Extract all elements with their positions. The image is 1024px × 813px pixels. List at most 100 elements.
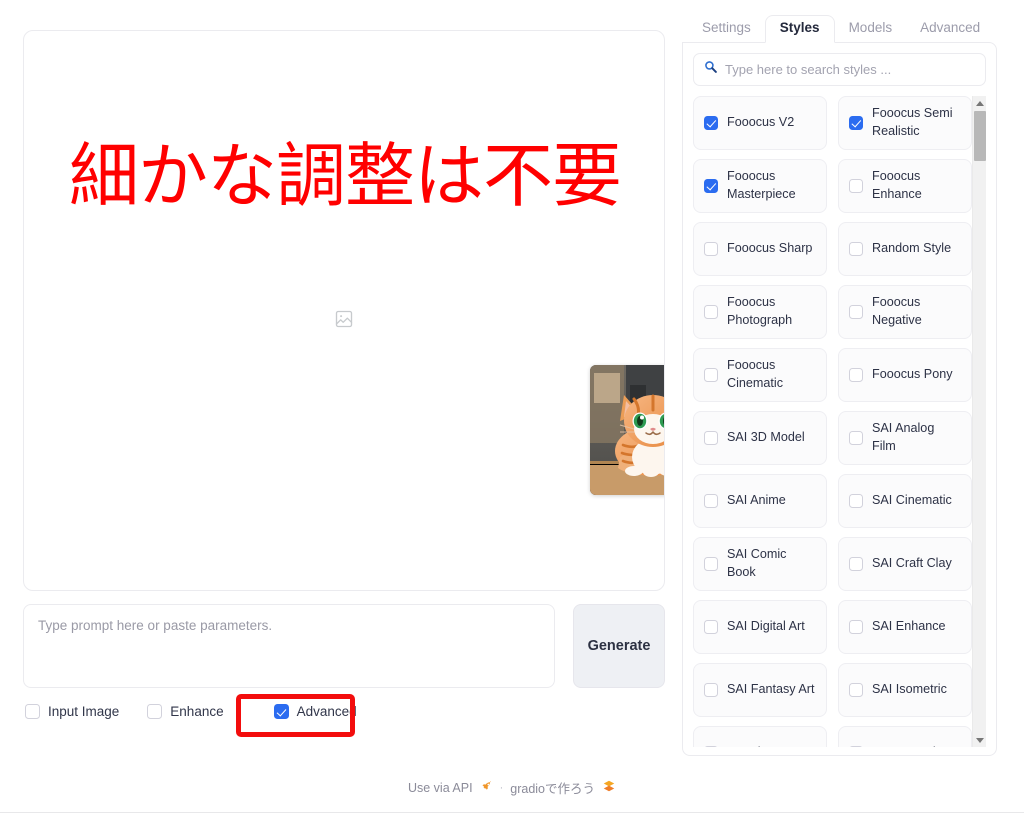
checkbox-box[interactable] xyxy=(25,704,40,719)
style-label: Fooocus Sharp xyxy=(727,241,813,256)
style-label: Fooocus Enhance xyxy=(872,169,922,201)
style-checkbox[interactable] xyxy=(704,179,718,193)
style-label: SAI Line Art xyxy=(727,744,794,747)
tab-models[interactable]: Models xyxy=(835,16,907,42)
style-card[interactable]: SAI Fantasy Art xyxy=(693,663,827,717)
style-card[interactable]: SAI Cinematic xyxy=(838,474,972,528)
tab-bar: Settings Styles Models Advanced xyxy=(682,14,997,43)
style-label: Fooocus Semi Realistic xyxy=(872,106,953,138)
style-checkbox[interactable] xyxy=(849,242,863,256)
style-checkbox[interactable] xyxy=(849,116,863,130)
style-label: SAI Craft Clay xyxy=(872,556,952,571)
style-card[interactable]: SAI Enhance xyxy=(838,600,972,654)
styles-scrollbar[interactable] xyxy=(972,96,986,747)
style-card[interactable]: Fooocus Semi Realistic xyxy=(838,96,972,150)
generated-image-thumbnail[interactable] xyxy=(590,365,664,495)
checkbox-label: Input Image xyxy=(48,704,120,719)
styles-panel-body: Type here to search styles ... Fooocus V… xyxy=(682,42,997,756)
footer-separator: · xyxy=(499,781,504,794)
generate-button[interactable]: Generate xyxy=(573,604,665,688)
prompt-row: Type prompt here or paste parameters. Ge… xyxy=(23,604,665,688)
style-checkbox[interactable] xyxy=(849,620,863,634)
style-checkbox[interactable] xyxy=(704,305,718,319)
style-card[interactable]: SAI 3D Model xyxy=(693,411,827,465)
style-card[interactable]: SAI Anime xyxy=(693,474,827,528)
style-label: Fooocus Cinematic xyxy=(727,358,783,390)
style-card[interactable]: SAI Isometric xyxy=(838,663,972,717)
style-label: SAI Enhance xyxy=(872,619,946,634)
style-card[interactable]: SAI Line Art xyxy=(693,726,827,747)
resize-grip-icon[interactable] xyxy=(973,74,982,83)
style-checkbox[interactable] xyxy=(849,683,863,697)
style-checkbox[interactable] xyxy=(704,431,718,445)
checkbox-advanced[interactable]: Advanced xyxy=(273,704,357,719)
use-via-api-link[interactable]: Use via API xyxy=(408,781,473,795)
image-placeholder-icon xyxy=(334,309,354,329)
tab-advanced[interactable]: Advanced xyxy=(906,16,994,42)
style-label: Fooocus Negative xyxy=(872,295,922,327)
style-label: SAI Lowpoly xyxy=(872,744,942,747)
style-card[interactable]: Fooocus V2 xyxy=(693,96,827,150)
style-checkbox[interactable] xyxy=(704,746,718,747)
style-label: SAI Comic Book xyxy=(727,547,787,579)
style-card[interactable]: SAI Craft Clay xyxy=(838,537,972,591)
style-checkbox[interactable] xyxy=(704,116,718,130)
styles-scroll-area: Fooocus V2 Fooocus Semi Realistic Fooocus … xyxy=(693,96,986,747)
gradio-link[interactable]: gradioで作ろう xyxy=(510,778,595,797)
checkbox-label: Enhance xyxy=(170,704,224,719)
footer: Use via API · gradioで作ろう xyxy=(0,778,1024,797)
style-label: Fooocus Pony xyxy=(872,367,953,382)
style-checkbox[interactable] xyxy=(849,557,863,571)
style-checkbox[interactable] xyxy=(849,305,863,319)
tab-styles[interactable]: Styles xyxy=(764,15,835,43)
style-checkbox[interactable] xyxy=(704,620,718,634)
app-window: 細かな調整は不要 Type prompt here or paste param… xyxy=(0,0,1024,813)
style-checkbox[interactable] xyxy=(849,494,863,508)
checkbox-box[interactable] xyxy=(147,704,163,719)
style-label: Fooocus Masterpiece xyxy=(727,169,796,201)
style-checkbox[interactable] xyxy=(704,683,718,697)
checkbox-enhance[interactable]: Enhance xyxy=(147,704,224,719)
style-checkbox[interactable] xyxy=(704,368,718,382)
style-card[interactable]: Fooocus Masterpiece xyxy=(693,159,827,213)
style-label: SAI Anime xyxy=(727,493,786,508)
caret-up-icon[interactable] xyxy=(973,96,986,110)
style-checkbox[interactable] xyxy=(849,431,863,445)
style-label: SAI Fantasy Art xyxy=(727,682,815,697)
style-label: Fooocus V2 xyxy=(727,115,795,130)
style-checkbox[interactable] xyxy=(849,179,863,193)
style-card[interactable]: Fooocus Negative xyxy=(838,285,972,339)
style-checkbox[interactable] xyxy=(849,368,863,382)
style-card[interactable]: Random Style xyxy=(838,222,972,276)
style-card[interactable]: SAI Digital Art xyxy=(693,600,827,654)
style-checkbox[interactable] xyxy=(849,746,863,747)
options-checkbox-row: Input Image Enhance Advanced xyxy=(25,704,385,719)
tab-settings[interactable]: Settings xyxy=(688,16,765,42)
style-search-placeholder: Type here to search styles ... xyxy=(725,62,892,77)
style-checkbox[interactable] xyxy=(704,494,718,508)
style-card[interactable]: Fooocus Enhance xyxy=(838,159,972,213)
prompt-input[interactable]: Type prompt here or paste parameters. xyxy=(23,604,555,688)
style-card[interactable]: SAI Comic Book xyxy=(693,537,827,591)
style-card[interactable]: SAI Analog Film xyxy=(838,411,972,465)
style-label: SAI 3D Model xyxy=(727,430,805,445)
styles-grid: Fooocus V2 Fooocus Semi Realistic Fooocus … xyxy=(693,96,972,747)
style-label: SAI Isometric xyxy=(872,682,947,697)
image-gallery[interactable]: 細かな調整は不要 xyxy=(23,30,665,591)
scrollbar-thumb[interactable] xyxy=(974,111,986,161)
style-label: SAI Digital Art xyxy=(727,619,805,634)
style-card[interactable]: SAI Lowpoly xyxy=(838,726,972,747)
checkbox-input-image[interactable]: Input Image xyxy=(25,704,119,719)
checkbox-box[interactable] xyxy=(273,704,289,719)
style-card[interactable]: Fooocus Pony xyxy=(838,348,972,402)
style-card[interactable]: Fooocus Sharp xyxy=(693,222,827,276)
style-checkbox[interactable] xyxy=(704,557,718,571)
style-checkbox[interactable] xyxy=(704,242,718,256)
rocket-icon xyxy=(480,780,493,796)
style-label: SAI Analog Film xyxy=(872,421,935,453)
style-search-input[interactable]: Type here to search styles ... xyxy=(693,53,986,86)
left-column: 細かな調整は不要 xyxy=(23,30,665,591)
style-card[interactable]: Fooocus Cinematic xyxy=(693,348,827,402)
caret-down-icon[interactable] xyxy=(973,733,986,747)
style-card[interactable]: Fooocus Photograph xyxy=(693,285,827,339)
